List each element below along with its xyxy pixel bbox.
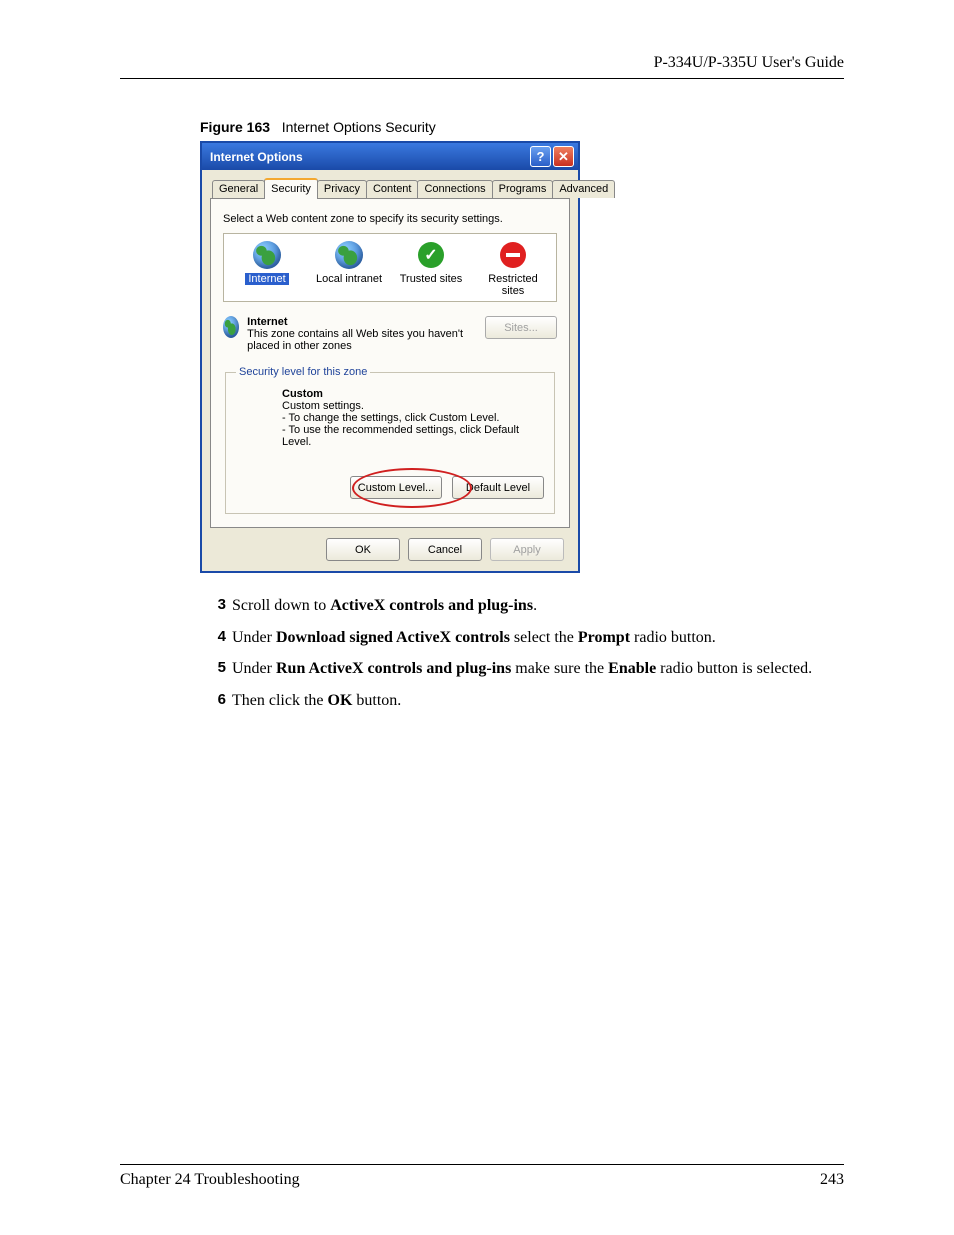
internet-options-dialog: Internet Options ? ✕ General Security Pr… bbox=[200, 141, 580, 573]
tab-advanced[interactable]: Advanced bbox=[552, 180, 615, 198]
bold: Download signed ActiveX controls bbox=[276, 629, 510, 646]
header-rule bbox=[120, 78, 844, 79]
tab-content[interactable]: Content bbox=[366, 180, 419, 198]
page-footer: Chapter 24 Troubleshooting 243 bbox=[120, 1164, 844, 1189]
step-number: 5 bbox=[200, 658, 226, 680]
tab-pane: Select a Web content zone to specify its… bbox=[210, 198, 570, 528]
close-icon[interactable]: ✕ bbox=[553, 146, 574, 167]
step-number: 3 bbox=[200, 595, 226, 617]
titlebar: Internet Options ? ✕ bbox=[202, 143, 578, 170]
sites-button: Sites... bbox=[485, 316, 557, 339]
security-legend: Security level for this zone bbox=[236, 366, 370, 378]
tab-general[interactable]: General bbox=[212, 180, 265, 198]
footer-left: Chapter 24 Troubleshooting bbox=[120, 1171, 300, 1189]
security-level-group: Security level for this zone Custom Cust… bbox=[225, 366, 555, 514]
tab-strip: General Security Privacy Content Connect… bbox=[212, 178, 570, 198]
custom-line: Custom settings. bbox=[282, 400, 544, 412]
dialog-button-row: OK Cancel Apply bbox=[210, 528, 570, 561]
custom-line: - To change the settings, click Custom L… bbox=[282, 412, 544, 424]
globe-icon bbox=[335, 241, 363, 269]
zone-restricted-sites[interactable]: Restricted sites bbox=[478, 240, 548, 297]
zone-local-intranet[interactable]: Local intranet bbox=[314, 240, 384, 297]
custom-heading: Custom bbox=[282, 388, 544, 400]
footer-rule bbox=[120, 1164, 844, 1165]
zone-strip: Internet Local intranet ✓ Trusted sites bbox=[223, 233, 557, 302]
step-5: 5 Under Run ActiveX controls and plug-in… bbox=[200, 658, 844, 680]
bold: Prompt bbox=[578, 629, 630, 646]
step-number: 4 bbox=[200, 627, 226, 649]
dialog-title: Internet Options bbox=[210, 150, 303, 164]
tab-security[interactable]: Security bbox=[264, 178, 318, 199]
text: make sure the bbox=[511, 660, 608, 677]
step-list: 3 Scroll down to ActiveX controls and pl… bbox=[200, 595, 844, 711]
globe-icon bbox=[253, 241, 281, 269]
text: Under bbox=[232, 629, 276, 646]
zone-label: Trusted sites bbox=[400, 273, 463, 285]
text: . bbox=[533, 597, 537, 614]
cancel-button[interactable]: Cancel bbox=[408, 538, 482, 561]
step-number: 6 bbox=[200, 690, 226, 712]
zone-internet[interactable]: Internet bbox=[232, 240, 302, 297]
text: Scroll down to bbox=[232, 597, 330, 614]
apply-button: Apply bbox=[490, 538, 564, 561]
help-icon[interactable]: ? bbox=[530, 146, 551, 167]
figure-title: Internet Options Security bbox=[282, 119, 436, 135]
zone-trusted-sites[interactable]: ✓ Trusted sites bbox=[396, 240, 466, 297]
text: Then click the bbox=[232, 692, 328, 709]
zone-label: Restricted sites bbox=[488, 273, 538, 297]
custom-level-button[interactable]: Custom Level... bbox=[350, 476, 442, 499]
bold: OK bbox=[328, 692, 353, 709]
text: button. bbox=[352, 692, 401, 709]
check-shield-icon: ✓ bbox=[418, 242, 444, 268]
step-6: 6 Then click the OK button. bbox=[200, 690, 844, 712]
no-entry-icon bbox=[500, 242, 526, 268]
text: Under bbox=[232, 660, 276, 677]
default-level-button[interactable]: Default Level bbox=[452, 476, 544, 499]
bold: Enable bbox=[608, 660, 656, 677]
tab-connections[interactable]: Connections bbox=[417, 180, 492, 198]
tab-privacy[interactable]: Privacy bbox=[317, 180, 367, 198]
text: radio button is selected. bbox=[656, 660, 812, 677]
globe-icon bbox=[223, 316, 239, 338]
tab-programs[interactable]: Programs bbox=[492, 180, 554, 198]
figure-label: Figure 163 bbox=[200, 119, 270, 135]
text: select the bbox=[510, 629, 578, 646]
step-4: 4 Under Download signed ActiveX controls… bbox=[200, 627, 844, 649]
zone-info: Internet This zone contains all Web site… bbox=[223, 316, 557, 352]
zone-desc: This zone contains all Web sites you hav… bbox=[247, 328, 485, 352]
running-header: P-334U/P-335U User's Guide bbox=[120, 54, 844, 72]
zone-prompt: Select a Web content zone to specify its… bbox=[223, 213, 557, 225]
bold: Run ActiveX controls and plug-ins bbox=[276, 660, 511, 677]
custom-line: - To use the recommended settings, click… bbox=[282, 424, 544, 448]
step-3: 3 Scroll down to ActiveX controls and pl… bbox=[200, 595, 844, 617]
zone-heading: Internet bbox=[247, 316, 485, 328]
page-number: 243 bbox=[820, 1171, 844, 1189]
zone-label: Local intranet bbox=[316, 273, 382, 285]
figure-caption: Figure 163 Internet Options Security bbox=[200, 119, 844, 135]
text: radio button. bbox=[630, 629, 716, 646]
ok-button[interactable]: OK bbox=[326, 538, 400, 561]
zone-label: Internet bbox=[245, 273, 288, 285]
bold: ActiveX controls and plug-ins bbox=[330, 597, 533, 614]
